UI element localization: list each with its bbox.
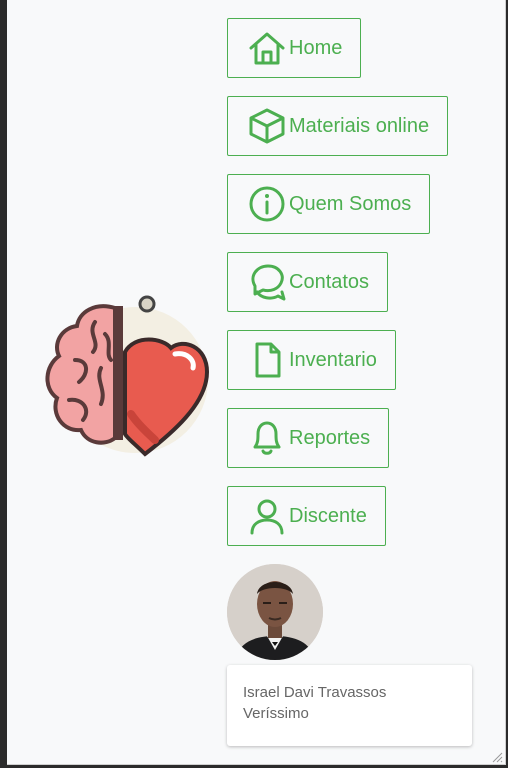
user-avatar	[227, 564, 323, 660]
nav-contatos-label: Contatos	[289, 270, 370, 293]
user-name-card: Israel Davi Travassos Veríssimo	[227, 665, 472, 746]
nav-discente-label: Discente	[289, 504, 367, 527]
sidebar-panel: Home Materiais online Quem Somos Contato…	[7, 0, 506, 765]
nav-inventario-button[interactable]: Inventario	[227, 330, 396, 390]
home-icon	[247, 27, 289, 69]
nav-discente-button[interactable]: Discente	[227, 486, 386, 546]
nav-home-label: Home	[289, 36, 343, 59]
nav-inventario-label: Inventario	[289, 348, 377, 371]
nav-contatos-button[interactable]: Contatos	[227, 252, 389, 312]
nav-quem-somos-label: Quem Somos	[289, 192, 412, 215]
nav-reportes-button[interactable]: Reportes	[227, 408, 390, 468]
nav-materiais-button[interactable]: Materiais online	[227, 96, 449, 156]
user-icon	[247, 495, 289, 537]
brain-heart-logo	[35, 294, 210, 464]
box-icon	[247, 105, 289, 147]
user-name: Israel Davi Travassos Veríssimo	[243, 684, 387, 722]
nav-materiais-label: Materiais online	[289, 114, 430, 137]
file-icon	[247, 339, 289, 381]
resize-grip-icon[interactable]	[491, 750, 503, 763]
info-icon	[247, 183, 289, 225]
nav-quem-somos-button[interactable]: Quem Somos	[227, 174, 431, 234]
bell-icon	[247, 417, 289, 459]
nav-home-button[interactable]: Home	[227, 18, 362, 78]
nav-reportes-label: Reportes	[289, 426, 371, 449]
chat-icon	[247, 261, 289, 303]
